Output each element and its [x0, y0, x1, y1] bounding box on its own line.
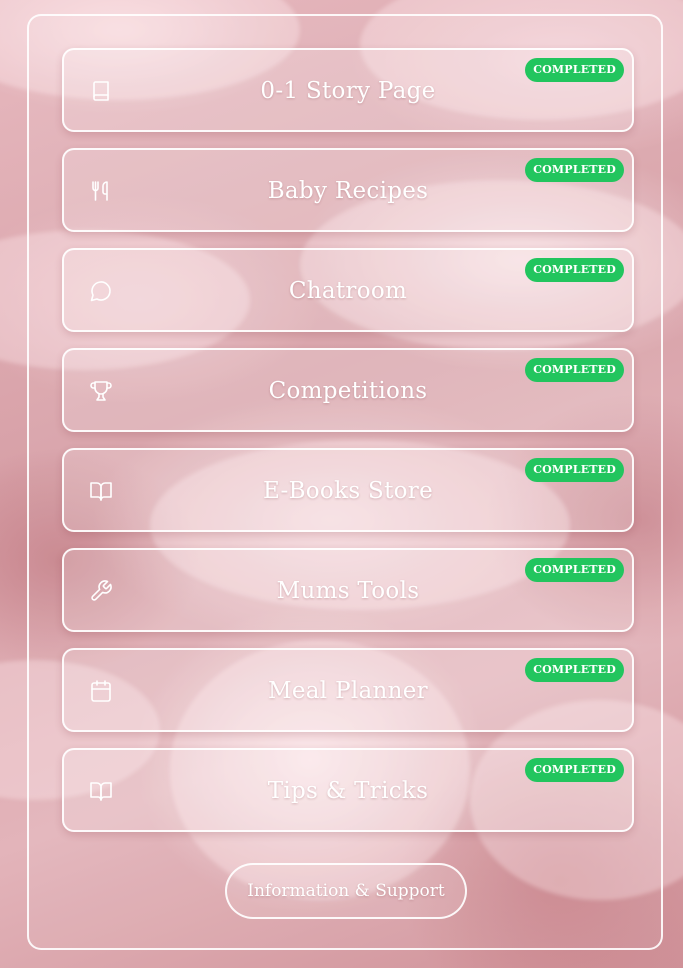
information-support-button[interactable]: Information & Support	[225, 863, 467, 919]
menu-item-chatroom[interactable]: Chatroom COMPLETED	[62, 248, 634, 332]
menu-item-competitions[interactable]: Competitions COMPLETED	[62, 348, 634, 432]
completed-badge: COMPLETED	[525, 358, 624, 382]
menu-item-baby-recipes[interactable]: Baby Recipes COMPLETED	[62, 148, 634, 232]
menu-list: 0-1 Story Page COMPLETED Baby Recipes CO…	[62, 48, 634, 848]
menu-item-mums-tools[interactable]: Mums Tools COMPLETED	[62, 548, 634, 632]
completed-badge: COMPLETED	[525, 658, 624, 682]
menu-item-meal-planner[interactable]: Meal Planner COMPLETED	[62, 648, 634, 732]
completed-badge: COMPLETED	[525, 58, 624, 82]
menu-item-tips-tricks[interactable]: Tips & Tricks COMPLETED	[62, 748, 634, 832]
completed-badge: COMPLETED	[525, 158, 624, 182]
menu-item-ebooks-store[interactable]: E-Books Store COMPLETED	[62, 448, 634, 532]
menu-item-story-page[interactable]: 0-1 Story Page COMPLETED	[62, 48, 634, 132]
menu-panel: 0-1 Story Page COMPLETED Baby Recipes CO…	[27, 14, 663, 950]
completed-badge: COMPLETED	[525, 558, 624, 582]
completed-badge: COMPLETED	[525, 258, 624, 282]
completed-badge: COMPLETED	[525, 458, 624, 482]
completed-badge: COMPLETED	[525, 758, 624, 782]
